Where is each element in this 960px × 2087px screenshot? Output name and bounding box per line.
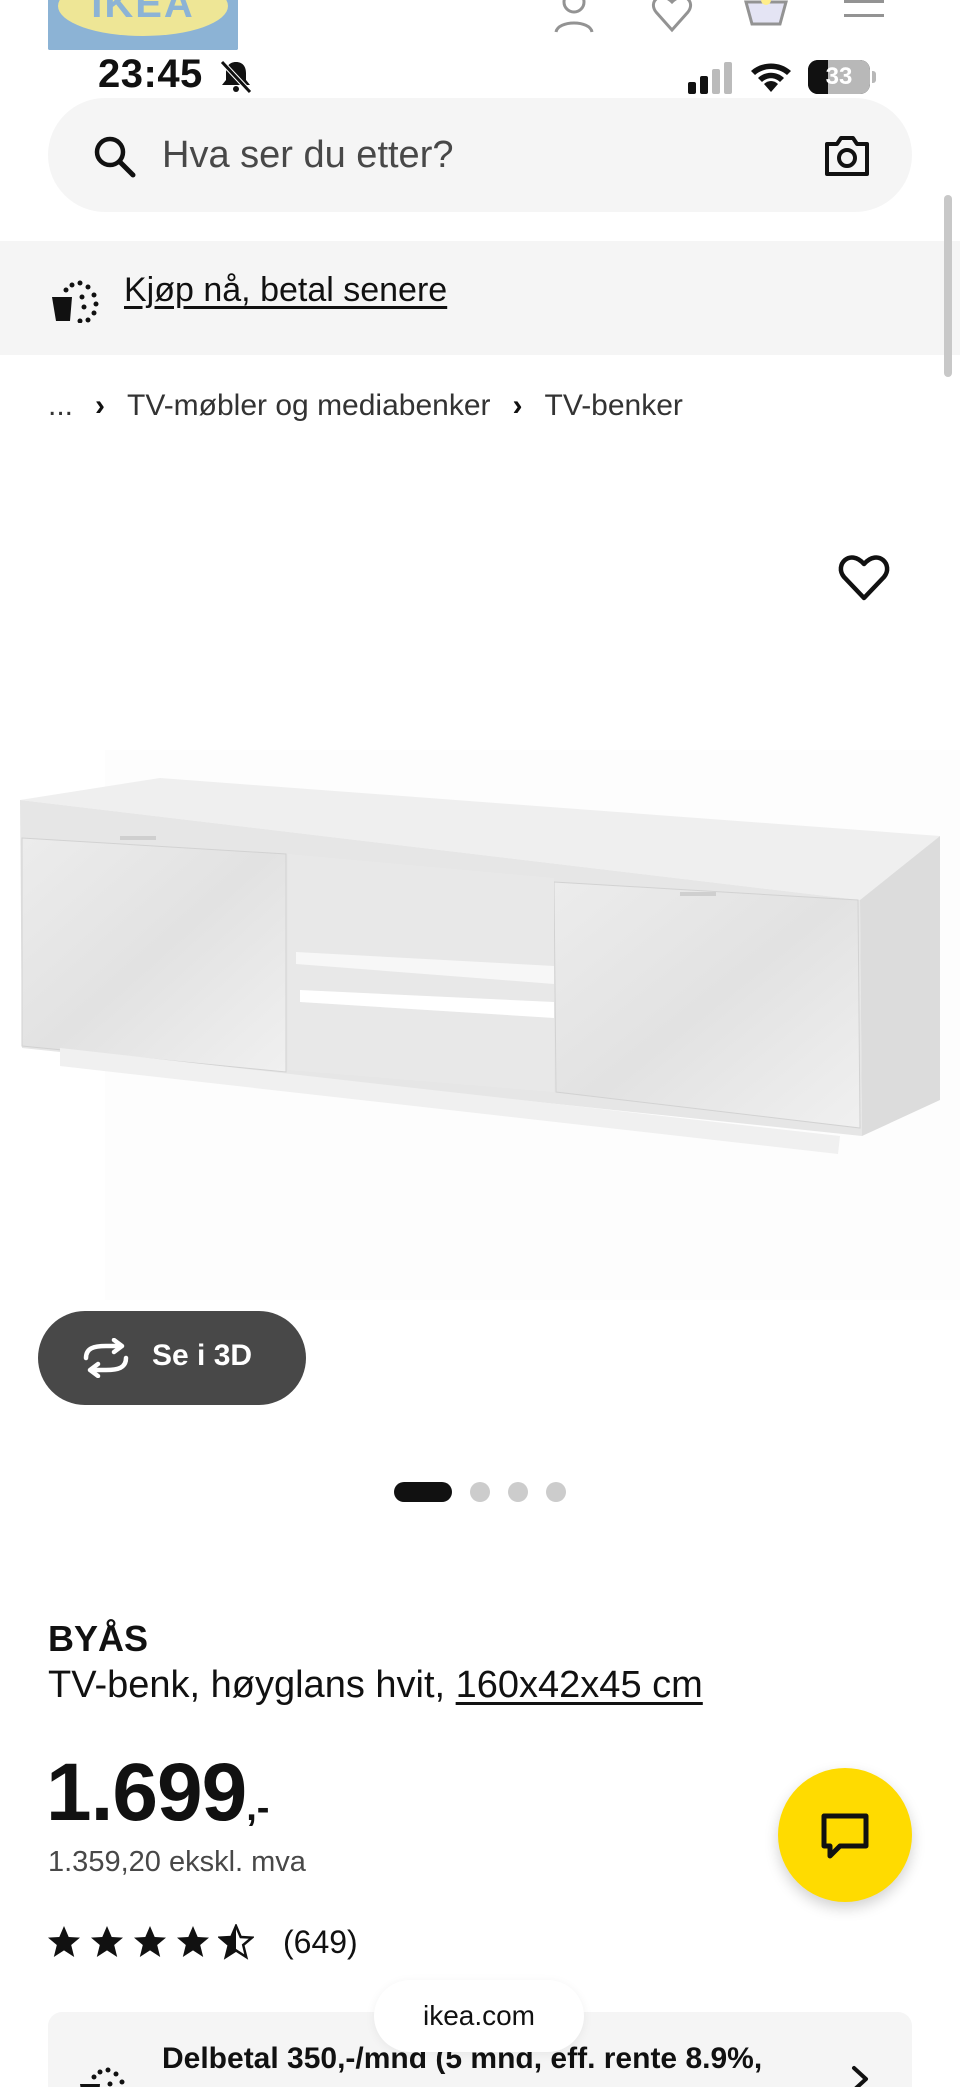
breadcrumb-item-tv-mobler[interactable]: TV-møbler og mediabenker [127, 389, 491, 423]
gallery-dot[interactable] [470, 1482, 490, 1502]
star-icon [48, 1926, 80, 1957]
camera-icon[interactable] [824, 134, 870, 178]
star-icon [134, 1926, 166, 1957]
search-input[interactable] [162, 98, 762, 212]
logo-text: IKEA [91, 0, 195, 26]
price-suffix: ,- [246, 1787, 270, 1829]
promo-banner[interactable]: Kjøp nå, betal senere [0, 241, 960, 355]
star-icon [177, 1926, 209, 1957]
battery-level: 33 [825, 63, 853, 90]
product-type: TV-benk, høyglans hvit, [48, 1664, 446, 1706]
price-excl-vat: 1.359,20 ekskl. mva [48, 1846, 306, 1878]
person-icon[interactable] [552, 0, 596, 34]
product-dimensions-link[interactable]: 160x42x45 cm [456, 1664, 703, 1706]
product-name: BYÅS [48, 1618, 149, 1659]
battery-cap [872, 71, 876, 83]
view-3d-button[interactable]: Se i 3D [38, 1311, 306, 1405]
chat-bubble-icon [820, 1812, 870, 1860]
favourite-button[interactable] [836, 550, 892, 606]
rotate-3d-icon [80, 1337, 132, 1379]
breadcrumb-ellipsis[interactable]: ... [48, 389, 73, 423]
price-main: 1.699 [46, 1747, 247, 1838]
signal-icon [688, 62, 736, 94]
star-half-icon [218, 1924, 254, 1960]
rating-count[interactable]: (649) [283, 1924, 358, 1961]
gallery-pagination [394, 1482, 584, 1502]
breadcrumb-item-tv-benker[interactable]: TV-benker [545, 389, 683, 423]
product-price: 1.699,- [46, 1746, 269, 1840]
silent-bell-icon [218, 58, 254, 94]
view-3d-label: Se i 3D [152, 1339, 253, 1372]
pay-later-basket-icon [78, 2064, 128, 2087]
chevron-right-icon [848, 2064, 872, 2087]
browser-url-pill[interactable]: ikea.com [374, 1980, 584, 2052]
product-image[interactable] [0, 740, 960, 1300]
gallery-dot[interactable] [508, 1482, 528, 1502]
chat-button[interactable] [778, 1768, 912, 1902]
search-bar[interactable] [48, 98, 912, 212]
product-description: TV-benk, høyglans hvit, 160x42x45 cm [48, 1664, 703, 1707]
star-icon [91, 1926, 123, 1957]
wifi-icon [750, 60, 792, 94]
chevron-right-icon: › [512, 389, 523, 422]
gallery-dot[interactable] [546, 1482, 566, 1502]
logo-oval [58, 0, 228, 36]
heart-icon[interactable] [650, 0, 694, 34]
chevron-right-icon: › [95, 389, 106, 422]
gallery-dot-active[interactable] [394, 1482, 452, 1502]
heart-outline-icon [838, 555, 890, 601]
pay-later-basket-icon [50, 277, 100, 324]
status-time: 23:45 [98, 52, 203, 96]
hamburger-menu-icon[interactable] [842, 0, 886, 34]
ikea-logo[interactable]: IKEA [48, 0, 238, 50]
battery-icon: 33 [808, 60, 876, 94]
basket-icon[interactable] [744, 0, 788, 34]
search-icon[interactable] [92, 134, 136, 178]
product-rating[interactable]: (649) [46, 1918, 358, 1966]
breadcrumb: ... › TV-møbler og mediabenker › TV-benk… [48, 386, 683, 426]
pay-later-link[interactable]: Kjøp nå, betal senere [124, 271, 447, 310]
scrollbar[interactable] [944, 195, 952, 377]
